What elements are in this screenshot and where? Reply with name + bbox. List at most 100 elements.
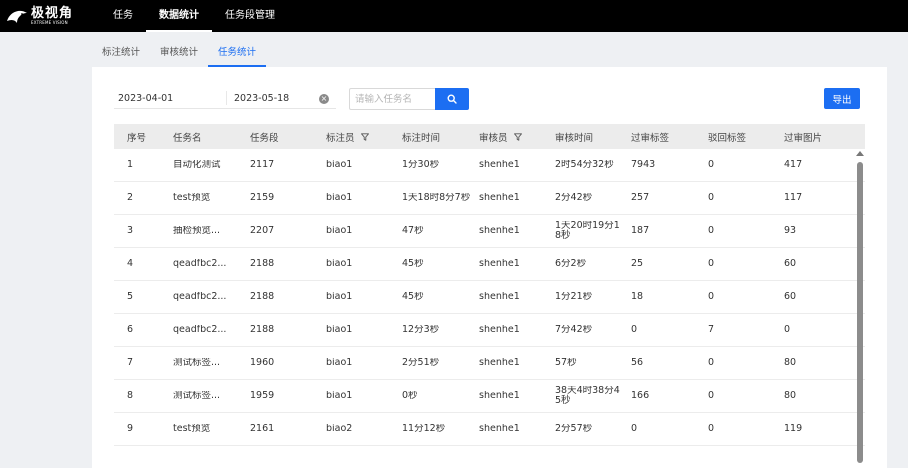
logo-icon (7, 10, 27, 23)
filter-icon[interactable] (513, 132, 522, 141)
cell-approved-images: 80 (784, 358, 797, 368)
top-navigation-bar: 极视角 EXTREME VISION 任务 数据统计 任务段管理 (0, 0, 908, 32)
date-start-input[interactable]: 2023-04-01 (118, 93, 173, 104)
content-panel: 2023-04-01 2023-05-18 × 导出 序号 任务名 任务段 标注员 标注… (92, 67, 887, 468)
cell-index: 5 (127, 292, 134, 302)
vertical-scrollbar[interactable] (856, 151, 864, 463)
column-header-task-segment: 任务段 (250, 130, 326, 144)
table-row: 9 test预览 2161 biao2 11分12秒 shenhe1 2分57秒 0 0 119 (114, 413, 865, 446)
cell-approved-images: 417 (784, 160, 803, 170)
cell-task-segment: 2159 (250, 193, 275, 203)
column-header-label: 标注时间 (402, 132, 441, 144)
cell-annotator: biao1 (326, 193, 353, 203)
cell-approved-labels: 25 (631, 259, 644, 269)
cell-annotator: biao1 (326, 160, 353, 170)
cell-review-time: 38天4时38分45秒 (555, 386, 620, 406)
cell-approved-images: 60 (784, 292, 797, 302)
table-header: 序号 任务名 任务段 标注员 标注时间 审核员 审核时间 过审标签 驳回标签 过审图片 (114, 124, 865, 149)
nav-item-task-segment-management[interactable]: 任务段管理 (212, 0, 288, 32)
cell-task-segment: 2188 (250, 292, 275, 302)
cell-task-segment: 1960 (250, 358, 275, 368)
logo[interactable]: 极视角 EXTREME VISION (6, 4, 82, 28)
column-header-rejected-labels: 驳回标签 (708, 130, 784, 144)
cell-index: 3 (127, 226, 134, 236)
cell-approved-labels: 0 (631, 424, 638, 434)
cell-rejected-labels: 7 (708, 325, 715, 335)
cell-rejected-labels: 0 (708, 391, 715, 401)
clear-icon[interactable]: × (319, 94, 329, 104)
cell-approved-labels: 7943 (631, 160, 656, 170)
cell-approved-images: 119 (784, 424, 803, 434)
tab-review-statistics[interactable]: 审核统计 (150, 42, 208, 67)
cell-review-time: 2分42秒 (555, 193, 593, 203)
cell-approved-labels: 257 (631, 193, 650, 203)
cell-reviewer: shenhe1 (479, 226, 520, 236)
cell-task-name: 自动化测试 (173, 160, 221, 170)
column-header-label: 过审图片 (784, 132, 823, 144)
scroll-thumb[interactable] (857, 162, 863, 463)
cell-reviewer: shenhe1 (479, 193, 520, 203)
column-header-approved-images: 过审图片 (784, 130, 865, 144)
cell-index: 4 (127, 259, 134, 269)
column-header-label: 审核时间 (555, 132, 594, 144)
cell-annotation-time: 2分51秒 (402, 358, 440, 368)
logo-subtext: EXTREME VISION (31, 19, 68, 25)
cell-annotation-time: 1分30秒 (402, 160, 440, 170)
cell-review-time: 1天20时19分18秒 (555, 221, 620, 241)
cell-reviewer: shenhe1 (479, 292, 520, 302)
cell-annotator: biao2 (326, 424, 353, 434)
cell-task-name: 测试标签... (173, 391, 221, 401)
cell-rejected-labels: 0 (708, 424, 715, 434)
column-header-label: 标注员 (326, 132, 355, 144)
tab-task-statistics[interactable]: 任务统计 (208, 42, 267, 67)
cell-reviewer: shenhe1 (479, 325, 520, 335)
cell-review-time: 1分21秒 (555, 292, 593, 302)
scroll-up-arrow[interactable] (856, 151, 864, 156)
nav-item-data-statistics[interactable]: 数据统计 (146, 0, 212, 32)
cell-rejected-labels: 0 (708, 226, 715, 236)
cell-approved-labels: 166 (631, 391, 650, 401)
cell-index: 8 (127, 391, 134, 401)
date-range-picker[interactable]: 2023-04-01 2023-05-18 × (114, 89, 336, 109)
cell-annotation-time: 45秒 (402, 259, 424, 269)
date-separator (226, 91, 227, 105)
table-row: 7 测试标签... 1960 biao1 2分51秒 shenhe1 57秒 56 0 80 (114, 347, 865, 380)
column-header-label: 任务名 (173, 132, 202, 144)
table-row: 8 测试标签... 1959 biao1 0秒 shenhe1 38天4时38分45秒 166… (114, 380, 865, 413)
cell-annotator: biao1 (326, 226, 353, 236)
cell-approved-images: 93 (784, 226, 797, 236)
table-body: 1 自动化测试 2117 biao1 1分30秒 shenhe1 2时54分32秒 7943 0… (114, 149, 865, 446)
cell-task-segment: 2188 (250, 325, 275, 335)
cell-task-name: qeadfbc2... (173, 292, 227, 302)
cell-approved-images: 117 (784, 193, 803, 203)
task-statistics-table: 序号 任务名 任务段 标注员 标注时间 审核员 审核时间 过审标签 驳回标签 过审图片 1 自动化测… (114, 124, 865, 446)
cell-rejected-labels: 0 (708, 259, 715, 269)
nav-item-tasks[interactable]: 任务 (100, 0, 146, 32)
table-row: 2 test预览 2159 biao1 1天18时8分7秒 shenhe1 2分42秒 257… (114, 182, 865, 215)
column-header-reviewer[interactable]: 审核员 (479, 130, 555, 144)
cell-rejected-labels: 0 (708, 358, 715, 368)
column-header-annotator[interactable]: 标注员 (326, 130, 402, 144)
export-button[interactable]: 导出 (824, 88, 860, 109)
cell-reviewer: shenhe1 (479, 259, 520, 269)
main-nav: 任务 数据统计 任务段管理 (100, 0, 288, 32)
cell-task-segment: 2188 (250, 259, 275, 269)
table-row: 3 抽检预览... 2207 biao1 47秒 shenhe1 1天20时19分18秒 18… (114, 215, 865, 248)
tab-annotation-statistics[interactable]: 标注统计 (92, 42, 150, 67)
date-end-input[interactable]: 2023-05-18 (234, 93, 289, 104)
cell-annotator: biao1 (326, 325, 353, 335)
cell-annotation-time: 0秒 (402, 391, 418, 401)
cell-index: 7 (127, 358, 134, 368)
cell-annotation-time: 1天18时8分7秒 (402, 193, 471, 203)
cell-annotation-time: 11分12秒 (402, 424, 446, 434)
column-header-label: 序号 (127, 132, 147, 144)
cell-task-segment: 2161 (250, 424, 275, 434)
search-button[interactable] (435, 88, 469, 110)
cell-review-time: 2分57秒 (555, 424, 593, 434)
cell-reviewer: shenhe1 (479, 391, 520, 401)
filter-icon[interactable] (360, 132, 369, 141)
search-input[interactable] (349, 88, 435, 110)
cell-task-name: test预览 (173, 424, 211, 434)
cell-approved-labels: 0 (631, 325, 638, 335)
cell-approved-labels: 18 (631, 292, 644, 302)
